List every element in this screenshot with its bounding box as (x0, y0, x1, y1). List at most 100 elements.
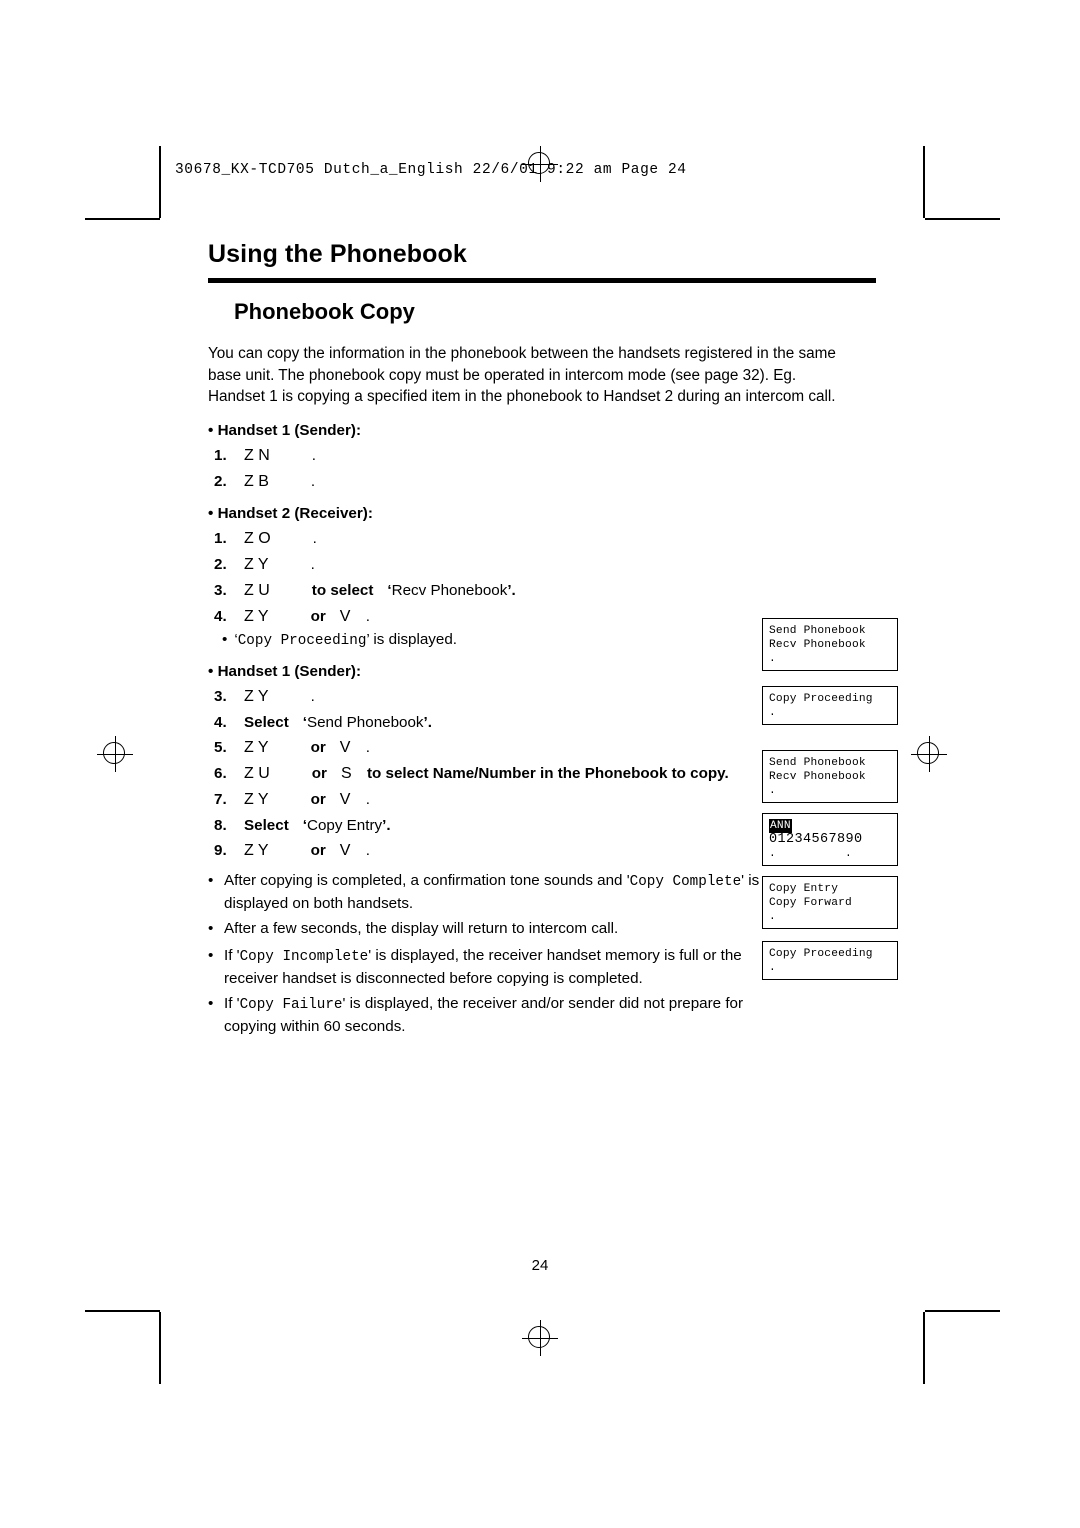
lcd-line: Copy Proceeding (769, 693, 873, 705)
step-keycap: Z O (244, 529, 271, 547)
crop-mark-vert-bottom-left (159, 1312, 161, 1384)
step-keycap: Z N (244, 446, 270, 464)
lcd-line: Copy Proceeding (769, 948, 873, 960)
step-item: 2. Z Y . (208, 556, 876, 574)
step-number: 5. (214, 738, 227, 756)
step-keycap: Z Y (244, 687, 269, 705)
step-rest: . (310, 687, 315, 705)
step-action-label: Select (244, 816, 289, 834)
step-instruction: to select Name/Number in the Phonebook t… (366, 764, 729, 782)
lcd-line: Send Phonebook (769, 625, 866, 637)
lcd-send-recv-phonebook-2: Send Phonebook Recv Phonebook . (762, 750, 898, 803)
step-action-label: to select (311, 581, 374, 599)
lcd-copy-entry-forward: Copy Entry Copy Forward . (762, 876, 898, 929)
crop-mark-top-right (925, 218, 1000, 220)
registration-mark-left-middle (97, 736, 133, 772)
step-rest: . (365, 738, 371, 756)
step-keycap-alt: V (339, 790, 351, 808)
bullet-dot: • (222, 630, 228, 648)
step-rest: . (365, 841, 371, 859)
step-keycap-alt: S (340, 764, 352, 782)
step-item: 1. Z N . (208, 447, 876, 465)
lcd-line: Recv Phonebook (769, 639, 866, 651)
step-keycap-alt: V (339, 738, 351, 756)
step-keycap: Z Y (244, 555, 269, 573)
crop-mark-vert-top-right (923, 146, 925, 218)
notes-list: • After copying is completed, a confirma… (208, 870, 768, 1037)
step-number: 2. (214, 472, 227, 490)
step-rest: ’. (507, 581, 516, 599)
note-pre: After copying is completed, a confirmati… (224, 871, 630, 889)
step-keycap: Z Y (244, 790, 269, 808)
step-number: 7. (214, 790, 227, 808)
lcd-line: . (769, 653, 776, 665)
intro-paragraph: You can copy the information in the phon… (208, 345, 836, 405)
lcd-line: . . (769, 848, 852, 860)
step-action-label: Select (244, 713, 289, 731)
lcd-line: Copy Forward (769, 897, 852, 909)
step-rest: . (311, 446, 317, 464)
group-heading-text: Handset 1 (Sender): (217, 662, 362, 680)
step-menu-item: Copy Entry (306, 816, 383, 834)
step-item: 2. Z B . (208, 473, 876, 491)
step-rest: ’. (423, 713, 432, 731)
step-keycap-alt: V (339, 607, 351, 625)
section-title: Phonebook Copy (234, 299, 415, 324)
lcd-line: Send Phonebook (769, 757, 866, 769)
lcd-line: . (769, 962, 776, 974)
step-number: 4. (214, 713, 227, 731)
lcd-line: Recv Phonebook (769, 771, 866, 783)
lcd-inverse-label-row: ANN (769, 819, 891, 833)
note-item: • After a few seconds, the display will … (208, 918, 768, 941)
title-rule (208, 278, 876, 283)
note-item: • After copying is completed, a confirma… (208, 870, 768, 914)
registration-mark-right-middle (911, 736, 947, 772)
lcd-ann-number: ANN 01234567890 . . (762, 813, 898, 866)
lcd-line: . (769, 911, 776, 923)
registration-mark-bottom-center (522, 1320, 558, 1356)
step-rest: . (310, 555, 315, 573)
bullet-dot: • (208, 871, 214, 889)
step-number: 2. (214, 555, 227, 573)
step-rest: . (365, 607, 371, 625)
lcd-message-text: Copy Complete (629, 873, 742, 890)
crop-mark-bottom-right (925, 1310, 1000, 1312)
step-or: or (310, 738, 326, 756)
lcd-inverse-label: ANN (769, 819, 792, 833)
lcd-copy-proceeding-2: Copy Proceeding . (762, 941, 898, 980)
step-keycap: Z B (244, 472, 269, 490)
step-number: 1. (214, 446, 227, 464)
step-or: or (311, 764, 327, 782)
bullet-dot: • (208, 946, 214, 964)
crop-mark-vert-top-left (159, 146, 161, 218)
step-keycap-alt: V (339, 841, 351, 859)
step-or: or (310, 790, 326, 808)
note-tail: ’ is displayed. (366, 630, 458, 648)
group-heading-text: Handset 2 (Receiver): (217, 504, 373, 522)
lcd-send-recv-phonebook-1: Send Phonebook Recv Phonebook . (762, 618, 898, 671)
lcd-copy-proceeding-1: Copy Proceeding . (762, 686, 898, 725)
note-item: • If 'Copy Failure' is displayed, the re… (208, 993, 768, 1037)
page-number: 24 (531, 1257, 549, 1274)
note-pre: If ' (224, 946, 240, 964)
step-keycap: Z U (244, 581, 270, 599)
lcd-message-text: Copy Proceeding (237, 632, 367, 649)
bullet-dot: • (208, 504, 214, 522)
step-menu-item: Recv Phonebook (391, 581, 508, 599)
lcd-line: Copy Entry (769, 883, 839, 895)
lcd-message-text: Copy Failure (239, 996, 343, 1013)
chapter-title: Using the Phonebook (208, 240, 467, 268)
group-heading-handset1-sender-a: • Handset 1 (Sender): (208, 422, 876, 439)
step-keycap: Z Y (244, 607, 269, 625)
crop-mark-bottom-left (85, 1310, 160, 1312)
step-number: 3. (214, 581, 227, 599)
step-keycap: Z Y (244, 738, 269, 756)
crop-mark-vert-bottom-right (923, 1312, 925, 1384)
print-slug: 30678_KX-TCD705 Dutch_a_English 22/6/01 … (175, 162, 687, 178)
bullet-dot: • (208, 421, 214, 439)
lcd-number: 01234567890 (769, 832, 863, 847)
step-rest: . (312, 529, 317, 547)
step-number: 9. (214, 841, 227, 859)
group-heading-handset2-receiver: • Handset 2 (Receiver): (208, 505, 876, 522)
step-number: 8. (214, 816, 227, 834)
